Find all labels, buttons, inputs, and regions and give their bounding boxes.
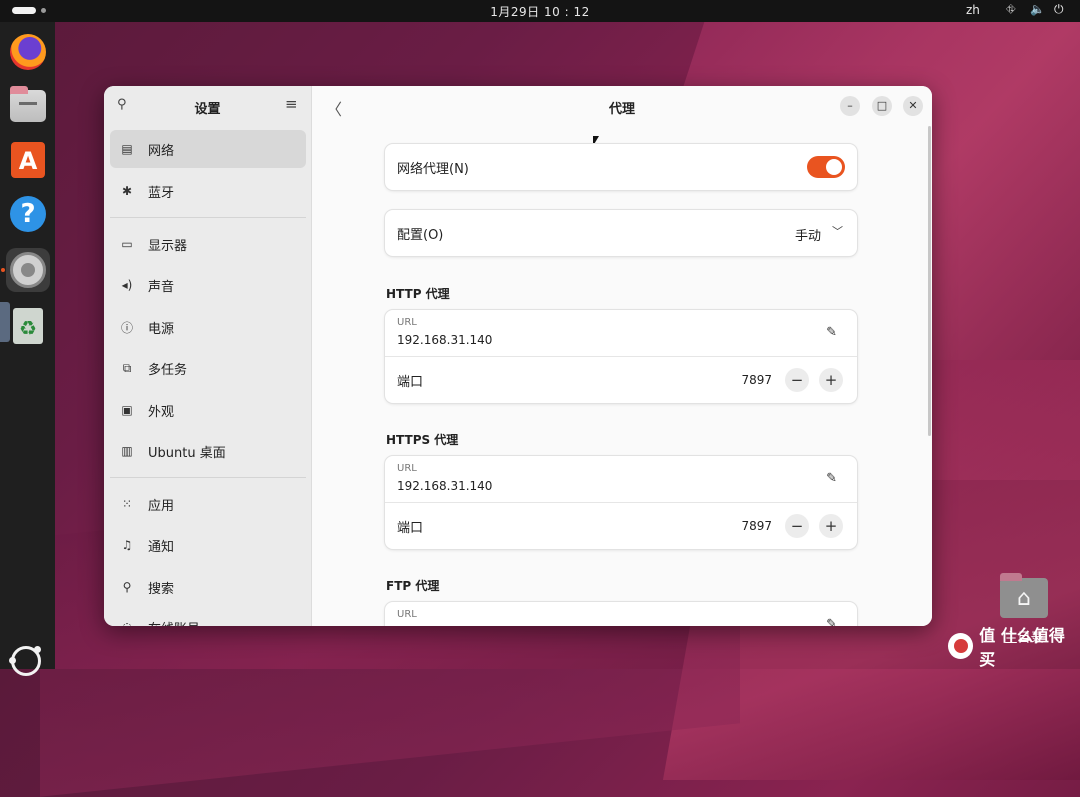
dock: A ? ♻ bbox=[0, 22, 55, 676]
https-url-row[interactable]: URL 192.168.31.140 ✎ bbox=[385, 456, 857, 502]
dock-help[interactable]: ? bbox=[6, 192, 50, 236]
top-bar: 1月29日 10 : 12 zh ⛗ 🔈 ⏻ bbox=[0, 0, 1080, 22]
dock-firefox[interactable] bbox=[6, 30, 50, 74]
config-value: 手动 bbox=[794, 229, 821, 244]
increment-button[interactable]: + bbox=[819, 514, 843, 538]
sidebar-item-multitasking[interactable]: ⧉ 多任务 bbox=[110, 349, 306, 387]
sidebar-header: ⚲ 设置 ≡ bbox=[104, 86, 311, 126]
http-url-row[interactable]: URL 192.168.31.140 ✎ bbox=[385, 310, 857, 356]
config-card: 配置(O) 手动 ﹀ bbox=[385, 210, 857, 256]
page-title: 代理 bbox=[608, 102, 635, 117]
watermark-logo bbox=[948, 633, 974, 659]
http-heading: HTTP 代理 bbox=[386, 287, 450, 301]
dock-files[interactable] bbox=[6, 84, 50, 128]
watermark: 值 什么值得买 bbox=[948, 626, 1078, 669]
https-proxy-card: URL 192.168.31.140 ✎ 端口 7897 − + bbox=[385, 456, 857, 549]
dock-side-handle[interactable] bbox=[0, 302, 10, 342]
dock-trash[interactable]: ♻ bbox=[6, 304, 50, 348]
network-status-icon[interactable]: ⛗ bbox=[1006, 2, 1016, 17]
bluetooth-icon: ✱ bbox=[121, 184, 133, 198]
online-accounts-icon: ◌ bbox=[120, 620, 134, 626]
apps-icon: ⁙ bbox=[121, 497, 133, 511]
sidebar-item-sound[interactable]: ◂) 声音 bbox=[110, 266, 306, 304]
network-proxy-toggle[interactable] bbox=[807, 156, 845, 178]
sidebar-item-online-accounts[interactable]: ◌在线账号 bbox=[110, 608, 306, 626]
decrement-button[interactable]: − bbox=[785, 368, 809, 392]
sidebar: ⚲ 设置 ≡ ▤ 网络 ✱ 蓝牙 ▭ 显示器 ◂) 声音 ⓘ 电源 ⧉ 多任务 ▣ 外观 ▥ U… bbox=[104, 86, 312, 626]
menu-icon[interactable]: ≡ bbox=[285, 95, 298, 113]
network-icon: ▤ bbox=[121, 142, 133, 156]
app-center-icon: A bbox=[11, 142, 45, 178]
https-port-row: 端口 7897 − + bbox=[385, 502, 857, 549]
chevron-down-icon: ﹀ bbox=[832, 225, 843, 238]
decrement-button[interactable]: − bbox=[785, 514, 809, 538]
running-indicator bbox=[1, 268, 5, 272]
sidebar-item-power[interactable]: ⓘ 电源 bbox=[110, 308, 306, 346]
divider bbox=[110, 217, 306, 218]
sidebar-item-search[interactable]: ⚲ 搜索 bbox=[110, 568, 306, 606]
divider bbox=[110, 477, 306, 478]
https-port-value[interactable]: 7897 bbox=[741, 519, 772, 533]
sidebar-title: 设置 bbox=[194, 102, 221, 117]
http-port-value[interactable]: 7897 bbox=[741, 373, 772, 387]
scrollbar[interactable] bbox=[928, 126, 931, 436]
ftp-url-row[interactable]: URL ✎ bbox=[385, 602, 857, 626]
input-method-indicator[interactable]: zh bbox=[966, 3, 980, 17]
search-icon: ⚲ bbox=[122, 580, 132, 594]
dock-settings[interactable] bbox=[6, 248, 50, 292]
minimize-button[interactable]: – bbox=[840, 96, 860, 116]
increment-button[interactable]: + bbox=[819, 368, 843, 392]
help-icon: ? bbox=[10, 196, 46, 232]
proxy-panel: 〈 代理 – □ ✕ 网络代理(N) 配置(O) 手动 ﹀ HTTP 代理 UR… bbox=[312, 86, 932, 626]
multitasking-icon: ⧉ bbox=[122, 360, 132, 375]
edit-icon[interactable]: ✎ bbox=[826, 325, 837, 340]
sidebar-item-network[interactable]: ▤ 网络 bbox=[110, 130, 306, 168]
sidebar-item-display[interactable]: ▭ 显示器 bbox=[110, 225, 306, 263]
https-heading: HTTPS 代理 bbox=[386, 433, 459, 447]
close-button[interactable]: ✕ bbox=[903, 96, 923, 116]
power-icon: ⓘ bbox=[120, 320, 133, 335]
edit-icon[interactable]: ✎ bbox=[826, 471, 837, 486]
ftp-proxy-card: URL ✎ bbox=[385, 602, 857, 626]
sound-icon: ◂) bbox=[121, 278, 133, 292]
files-icon bbox=[10, 86, 46, 122]
network-proxy-card: 网络代理(N) bbox=[385, 144, 857, 190]
trash-icon: ♻ bbox=[13, 308, 43, 344]
home-folder-icon[interactable]: ⌂ bbox=[1000, 573, 1048, 618]
display-icon: ▭ bbox=[121, 237, 133, 251]
settings-icon bbox=[10, 252, 46, 288]
http-port-row: 端口 7897 − + bbox=[385, 356, 857, 403]
settings-window: ⚲ 设置 ≡ ▤ 网络 ✱ 蓝牙 ▭ 显示器 ◂) 声音 ⓘ 电源 ⧉ 多任务 ▣ 外观 ▥ U… bbox=[104, 86, 932, 626]
firefox-icon bbox=[10, 34, 46, 70]
volume-icon[interactable]: 🔈 bbox=[1030, 2, 1045, 16]
sidebar-item-appearance[interactable]: ▣ 外观 bbox=[110, 391, 306, 429]
https-url-value: 192.168.31.140 bbox=[397, 479, 493, 493]
notification-icon: ♫ bbox=[121, 538, 133, 552]
edit-icon[interactable]: ✎ bbox=[826, 617, 837, 626]
show-apps-icon[interactable] bbox=[9, 646, 41, 676]
http-url-value: 192.168.31.140 bbox=[397, 333, 493, 347]
http-proxy-card: URL 192.168.31.140 ✎ 端口 7897 − + bbox=[385, 310, 857, 403]
sidebar-item-ubuntu-desktop[interactable]: ▥ Ubuntu 桌面 bbox=[110, 432, 306, 470]
sidebar-item-apps[interactable]: ⁙ 应用 bbox=[110, 485, 306, 523]
config-dropdown[interactable]: 配置(O) 手动 ﹀ bbox=[385, 210, 857, 256]
power-menu-icon[interactable]: ⏻ bbox=[1054, 2, 1064, 17]
maximize-button[interactable]: □ bbox=[872, 96, 892, 116]
dock-app-center[interactable]: A bbox=[6, 138, 50, 182]
appearance-icon: ▣ bbox=[121, 403, 133, 417]
sidebar-item-notifications[interactable]: ♫ 通知 bbox=[110, 526, 306, 564]
ubuntu-desktop-icon: ▥ bbox=[121, 444, 133, 458]
clock[interactable]: 1月29日 10 : 12 bbox=[0, 3, 1080, 20]
sidebar-item-bluetooth[interactable]: ✱ 蓝牙 bbox=[110, 172, 306, 210]
network-proxy-row[interactable]: 网络代理(N) bbox=[385, 144, 857, 190]
ftp-heading: FTP 代理 bbox=[386, 579, 440, 593]
